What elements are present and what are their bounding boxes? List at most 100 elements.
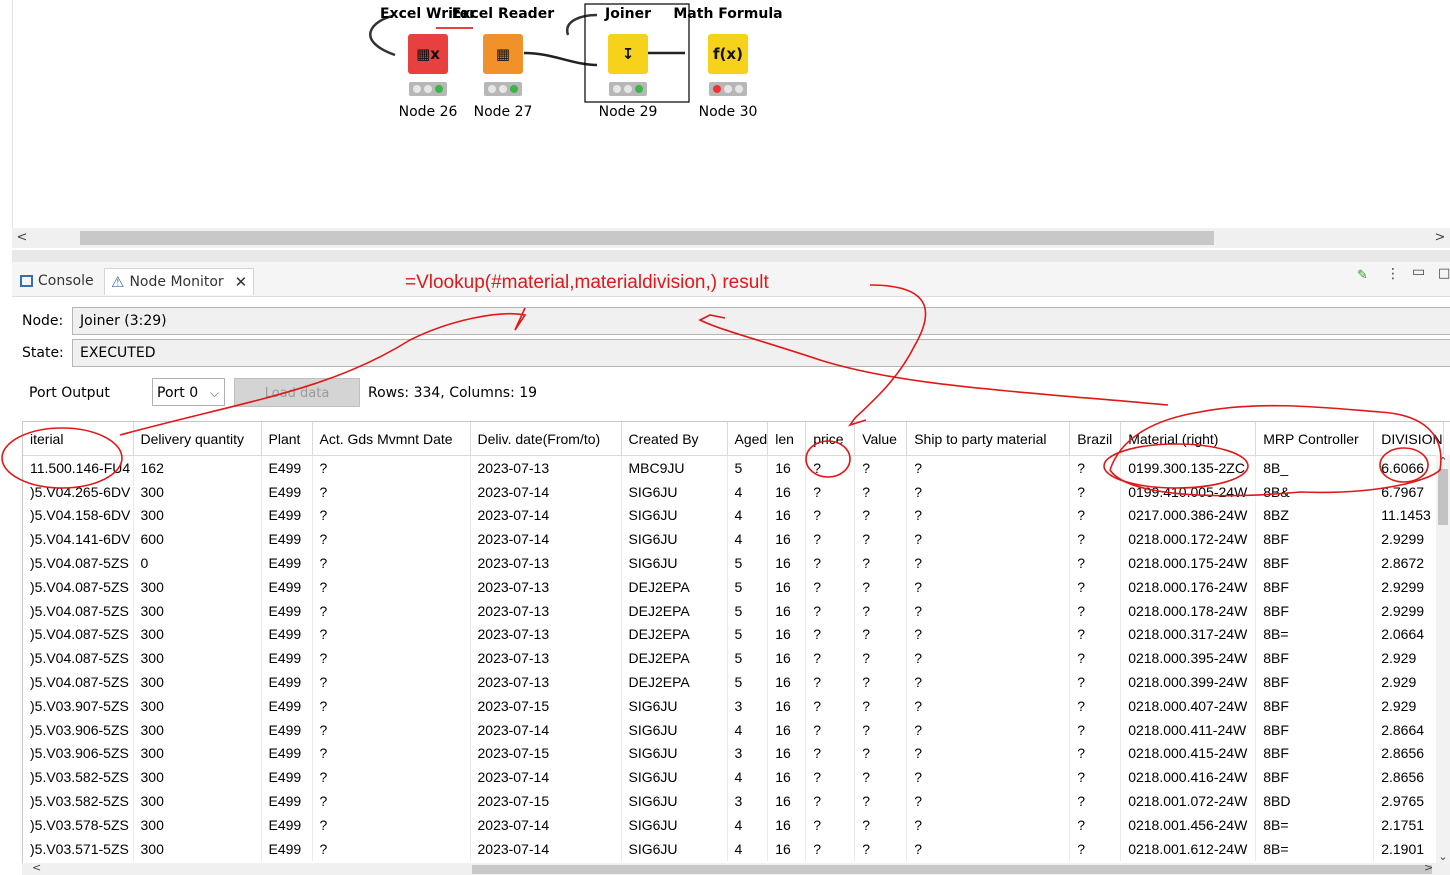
close-tab-icon[interactable]: ✕ <box>235 273 248 291</box>
table-row[interactable]: )5.V04.087-5ZS 300 E499? 2023-07-13 DEJ2EPA 5… <box>23 670 1444 694</box>
table-cell: 2023-07-14 <box>470 527 622 552</box>
table-cell: E499 <box>261 789 313 813</box>
table-cell: )5.V04.141-6DV <box>23 527 134 552</box>
column-header[interactable]: len <box>767 422 807 456</box>
annotation-text: =Vlookup(#material,materialdivision,) re… <box>405 272 769 293</box>
table-cell: ? <box>312 574 471 599</box>
table-cell: ? <box>1069 789 1122 813</box>
table-cell: 4 <box>727 765 769 790</box>
column-header[interactable]: Ship to party material <box>906 422 1071 456</box>
scrollbar-thumb[interactable] <box>80 231 1214 245</box>
table-cell: 16 <box>767 789 807 813</box>
workflow-editor[interactable]: Excel Writer ▦x Node 26 Excel Reader ▦ Node 2… <box>12 0 1450 228</box>
data-table-container[interactable]: iterial Delivery quantity Plant Act. Gds Mv… <box>22 421 1450 864</box>
table-row[interactable]: )5.V04.141-6DV 600 E499? 2023-07-14 SIG6JU 4 1… <box>23 527 1444 552</box>
table-cell: ? <box>854 836 908 861</box>
table-scroll-right-icon[interactable]: > <box>1424 861 1433 874</box>
joiner-icon[interactable]: ↧ <box>608 34 648 74</box>
table-row[interactable]: 11.500.146-FU4 162 E499? 2023-07-13 MBC9JU 5 1… <box>23 455 1444 480</box>
table-cell: 0218.001.612-24W <box>1120 836 1257 861</box>
column-header[interactable]: iterial <box>23 422 134 456</box>
port-select[interactable]: Port 0 ⌵ <box>152 378 225 406</box>
workflow-node-4[interactable]: Math Formula f(x) Node 30 <box>653 0 803 130</box>
table-row[interactable]: )5.V04.087-5ZS 0 E499? 2023-07-13 SIG6JU 5 16?… <box>23 551 1444 575</box>
table-cell: ? <box>1069 836 1122 861</box>
table-cell: ? <box>312 741 471 766</box>
load-data-button[interactable]: Load data <box>234 378 360 407</box>
table-cell: SIG6JU <box>621 479 728 504</box>
table-cell: 16 <box>767 527 807 552</box>
table-cell: 2.9299 <box>1373 527 1444 552</box>
column-header[interactable]: Aged <box>727 422 769 456</box>
scroll-down-icon[interactable]: ⌄ <box>1436 850 1450 863</box>
table-cell: 4 <box>727 717 769 742</box>
workflow-horizontal-scrollbar[interactable]: < > <box>12 228 1450 248</box>
table-row[interactable]: )5.V03.582-5ZS 300 E499? 2023-07-14 SIG6JU 4 1… <box>23 765 1444 790</box>
table-cell: ? <box>1069 574 1122 599</box>
table-row[interactable]: )5.V03.906-5ZS 300 E499? 2023-07-15 SIG6JU 3 1… <box>23 741 1444 766</box>
table-vscroll-thumb[interactable] <box>1438 469 1448 525</box>
table-cell: 11.1453 <box>1373 503 1444 528</box>
table-vertical-scrollbar[interactable]: ⌃ ⌄ <box>1436 455 1450 863</box>
table-cell: 300 <box>133 741 262 766</box>
tab-console[interactable]: Console <box>20 268 94 294</box>
table-cell: ? <box>312 622 471 647</box>
column-header[interactable]: MRP Controller <box>1255 422 1375 456</box>
table-row[interactable]: )5.V03.571-5ZS 300 E499? 2023-07-14 SIG6JU 4 1… <box>23 836 1444 861</box>
column-header[interactable]: Deliv. date(From/to) <box>470 422 622 456</box>
table-cell: 0199.300.135-2ZC <box>1120 455 1257 480</box>
table-row[interactable]: )5.V03.906-5ZS 300 E499? 2023-07-14 SIG6JU 4 1… <box>23 717 1444 742</box>
table-cell: ? <box>312 646 471 671</box>
tab-node-monitor[interactable]: ⚠ Node Monitor ✕ <box>104 268 255 295</box>
table-horizontal-scrollbar[interactable]: < > <box>22 861 1450 875</box>
table-cell: 0218.000.399-24W <box>1120 670 1257 694</box>
table-cell: 8B& <box>1255 479 1375 504</box>
table-hscroll-thumb[interactable] <box>472 865 1432 874</box>
table-row[interactable]: )5.V04.087-5ZS 300 E499? 2023-07-13 DEJ2EPA 5… <box>23 646 1444 671</box>
table-cell: )5.V04.087-5ZS <box>23 622 134 647</box>
table-cell: ? <box>312 789 471 813</box>
table-row[interactable]: )5.V04.087-5ZS 300 E499? 2023-07-13 DEJ2EPA 5… <box>23 598 1444 623</box>
panel-divider[interactable] <box>12 250 1450 262</box>
table-cell: 16 <box>767 693 807 718</box>
table-row[interactable]: )5.V04.087-5ZS 300 E499? 2023-07-13 DEJ2EPA 5… <box>23 622 1444 647</box>
math-formula-icon[interactable]: f(x) <box>708 34 748 74</box>
column-header[interactable]: Value <box>854 422 908 456</box>
scroll-right-icon[interactable]: > <box>1430 228 1450 248</box>
table-row[interactable]: )5.V03.907-5ZS 300 E499? 2023-07-15 SIG6JU 3 1… <box>23 693 1444 718</box>
table-row[interactable]: )5.V03.582-5ZS 300 E499? 2023-07-15 SIG6JU 3 1… <box>23 789 1444 813</box>
table-cell: 5 <box>727 622 769 647</box>
column-header[interactable]: DIVISION <box>1373 422 1444 456</box>
table-cell: 16 <box>767 551 807 575</box>
column-header[interactable]: Act. Gds Mvmnt Date <box>312 422 471 456</box>
table-cell: )5.V03.571-5ZS <box>23 836 134 861</box>
table-cell: ? <box>805 455 856 480</box>
table-row[interactable]: )5.V04.158-6DV 300 E499? 2023-07-14 SIG6JU 4 1… <box>23 503 1444 528</box>
table-row[interactable]: )5.V03.578-5ZS 300 E499? 2023-07-14 SIG6JU 4 1… <box>23 812 1444 837</box>
table-cell: )5.V04.265-6DV <box>23 479 134 504</box>
table-cell: 16 <box>767 622 807 647</box>
column-header[interactable]: price <box>805 422 856 456</box>
table-cell: 2023-07-13 <box>470 646 622 671</box>
column-header[interactable]: Plant <box>261 422 313 456</box>
maximize-icon[interactable]: □ <box>1438 266 1450 281</box>
column-header[interactable]: Brazil <box>1069 422 1122 456</box>
minimize-icon[interactable]: ▭ <box>1412 264 1425 280</box>
table-cell: ? <box>854 527 908 552</box>
column-header[interactable]: Delivery quantity <box>133 422 262 456</box>
view-menu-icon[interactable]: ⋮ <box>1386 266 1400 282</box>
table-cell: 2023-07-14 <box>470 836 622 861</box>
column-header[interactable]: Created By <box>621 422 728 456</box>
excel-reader-icon[interactable]: ▦ <box>483 34 523 74</box>
table-scroll-left-icon[interactable]: < <box>32 861 41 874</box>
table-cell: ? <box>906 836 1071 861</box>
table-cell: 0218.000.411-24W <box>1120 717 1257 742</box>
table-cell: 2.9765 <box>1373 789 1444 813</box>
column-header[interactable]: Material (right) <box>1120 422 1257 456</box>
scroll-up-icon[interactable]: ⌃ <box>1436 455 1450 468</box>
table-row[interactable]: )5.V04.265-6DV 300 E499? 2023-07-14 SIG6JU 4 1… <box>23 479 1444 504</box>
pin-icon[interactable]: ✎ <box>1357 268 1368 283</box>
table-cell: ? <box>1069 598 1122 623</box>
table-row[interactable]: )5.V04.087-5ZS 300 E499? 2023-07-13 DEJ2EPA 5… <box>23 574 1444 599</box>
scroll-left-icon[interactable]: < <box>12 228 32 248</box>
